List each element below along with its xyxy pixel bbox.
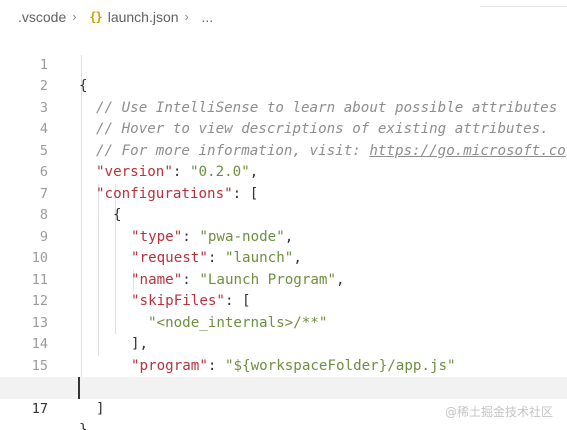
code-line[interactable]: 14 "program": "${workspaceFolder}/app.js…	[0, 313, 567, 374]
code-line[interactable]: 13 ],	[0, 291, 567, 353]
code-line[interactable]: 10 "name": "Launch Program",	[0, 227, 567, 288]
code-line[interactable]: 7 {	[0, 162, 567, 224]
divider	[480, 6, 567, 7]
chevron-right-icon: ›	[72, 9, 77, 24]
text-cursor	[78, 377, 80, 399]
brace-close: }	[79, 422, 88, 430]
code-line[interactable]: 8 "type": "pwa-node",	[0, 184, 567, 245]
chevron-right-icon: ›	[184, 9, 189, 24]
code-line[interactable]: 12 "<node_internals>/**"	[0, 270, 567, 331]
code-line[interactable]: 9 "request": "launch",	[0, 205, 567, 267]
breadcrumb: .vscode › {} launch.json › ...	[0, 0, 567, 33]
line-number: 17	[31, 400, 48, 417]
code-line[interactable]: 15 }	[0, 334, 567, 396]
code-line[interactable]: 1 {	[0, 33, 567, 95]
code-line[interactable]: 6 "configurations": [	[0, 141, 567, 202]
code-editor[interactable]: 1 { 2 // Use IntelliSense to learn about…	[0, 33, 567, 430]
code-line-active[interactable]: 17 }	[0, 377, 567, 430]
bracket-close: ]	[96, 400, 105, 417]
code-line[interactable]: 2 // Use IntelliSense to learn about pos…	[0, 55, 567, 116]
code-line[interactable]: 3 // Hover to view descriptions of exist…	[0, 76, 567, 138]
code-line[interactable]: 11 "skipFiles": [	[0, 248, 567, 310]
code-text: }	[79, 420, 88, 430]
code-line[interactable]: 16 ]	[0, 356, 567, 417]
breadcrumb-folder[interactable]: .vscode	[18, 9, 66, 25]
breadcrumb-more[interactable]: ...	[202, 9, 214, 25]
code-line[interactable]: 4 // For more information, visit: https:…	[0, 98, 567, 159]
code-line[interactable]: 5 "version": "0.2.0",	[0, 119, 567, 181]
code-text: ]	[96, 399, 105, 421]
json-file-icon: {}	[89, 9, 102, 24]
watermark: @稀土掘金技术社区	[444, 405, 553, 419]
breadcrumb-file[interactable]: launch.json	[108, 9, 179, 25]
